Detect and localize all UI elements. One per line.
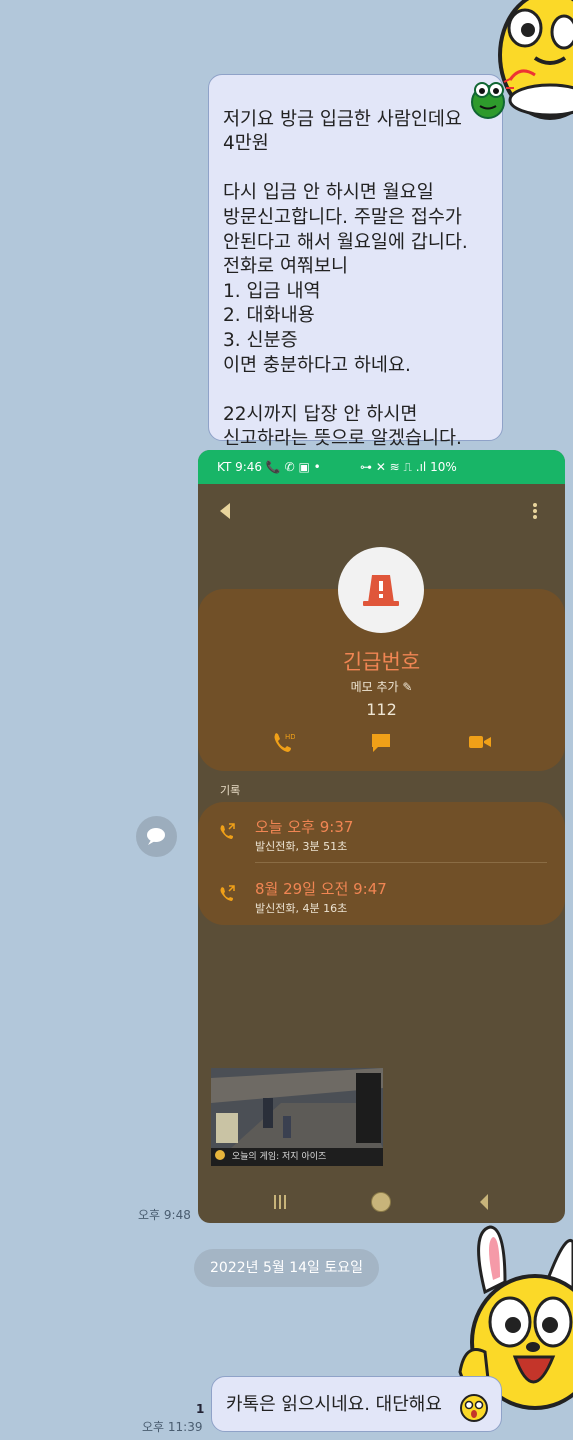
more-options-icon[interactable] — [532, 502, 538, 520]
status-bar: KT 9:46 📞 ✆ ▣ • ⊶ ✕ ≋ ⎍ .ıl 10% — [198, 450, 565, 484]
history-time: 오늘 오후 9:37 — [255, 818, 354, 836]
svg-text:HD: HD — [285, 733, 295, 741]
status-left: KT 9:46 📞 ✆ ▣ • — [217, 460, 321, 474]
history-time: 8월 29일 오전 9:47 — [255, 880, 387, 898]
message-bubble[interactable]: 저기요 방금 입금한 사람인데요 4만원 다시 입금 안 하시면 월요일 방문신… — [208, 74, 503, 449]
pip-video[interactable]: 오늘의 게임: 저지 아이즈 — [211, 1068, 383, 1166]
video-call-icon[interactable] — [469, 734, 491, 750]
recent-apps-icon[interactable] — [272, 1194, 288, 1210]
message-icon[interactable] — [370, 732, 392, 754]
outgoing-call-icon — [218, 884, 236, 902]
message-time: 오후 9:48 — [138, 1208, 191, 1222]
hd-call-icon[interactable]: HD — [271, 730, 296, 754]
divider — [255, 862, 547, 863]
share-button[interactable] — [136, 816, 177, 857]
screenshot-image[interactable]: KT 9:46 📞 ✆ ▣ • ⊶ ✕ ≋ ⎍ .ıl 10% 긴급번호 메모 … — [198, 450, 565, 1223]
history-detail: 발신전화, 3분 51초 — [255, 840, 348, 853]
pip-caption-bar: 오늘의 게임: 저지 아이즈 — [211, 1148, 383, 1166]
history-detail: 발신전화, 4분 16초 — [255, 902, 348, 915]
emergency-icon — [363, 575, 399, 606]
history-row[interactable]: 8월 29일 오전 9:47 발신전화, 4분 16초 — [198, 872, 565, 922]
memo-label: 메모 추가 — [350, 680, 399, 694]
outgoing-call-icon — [218, 822, 236, 840]
unread-count: 1 — [196, 1402, 205, 1416]
pencil-icon: ✎ — [402, 680, 413, 694]
surprised-emoticon — [459, 1393, 489, 1423]
pip-caption: 오늘의 게임: 저지 아이즈 — [231, 1152, 327, 1162]
history-row[interactable]: 오늘 오후 9:37 발신전화, 3분 51초 — [198, 810, 565, 860]
message-text: 카톡은 읽으시네요. 대단해요 — [226, 1394, 442, 1415]
contact-name: 긴급번호 — [342, 650, 421, 674]
phone-number: 112 — [366, 700, 397, 719]
nav-back-icon[interactable] — [478, 1193, 490, 1211]
date-divider: 2022년 5월 14일 토요일 — [194, 1249, 379, 1287]
history-label: 기록 — [220, 784, 241, 797]
channel-logo-icon — [215, 1150, 225, 1160]
message-time: 오후 11:39 — [142, 1420, 203, 1434]
frog-emoticon — [466, 76, 514, 120]
status-right: ⊶ ✕ ≋ ⎍ .ıl 10% — [360, 460, 457, 474]
home-icon[interactable] — [371, 1192, 391, 1212]
memo-add[interactable]: 메모 추가 ✎ — [198, 678, 565, 695]
contact-avatar — [338, 547, 424, 633]
back-icon[interactable] — [218, 502, 232, 520]
speech-bubble-icon — [147, 828, 165, 845]
message-text: 저기요 방금 입금한 사람인데요 4만원 다시 입금 안 하시면 월요일 방문신… — [223, 108, 468, 450]
